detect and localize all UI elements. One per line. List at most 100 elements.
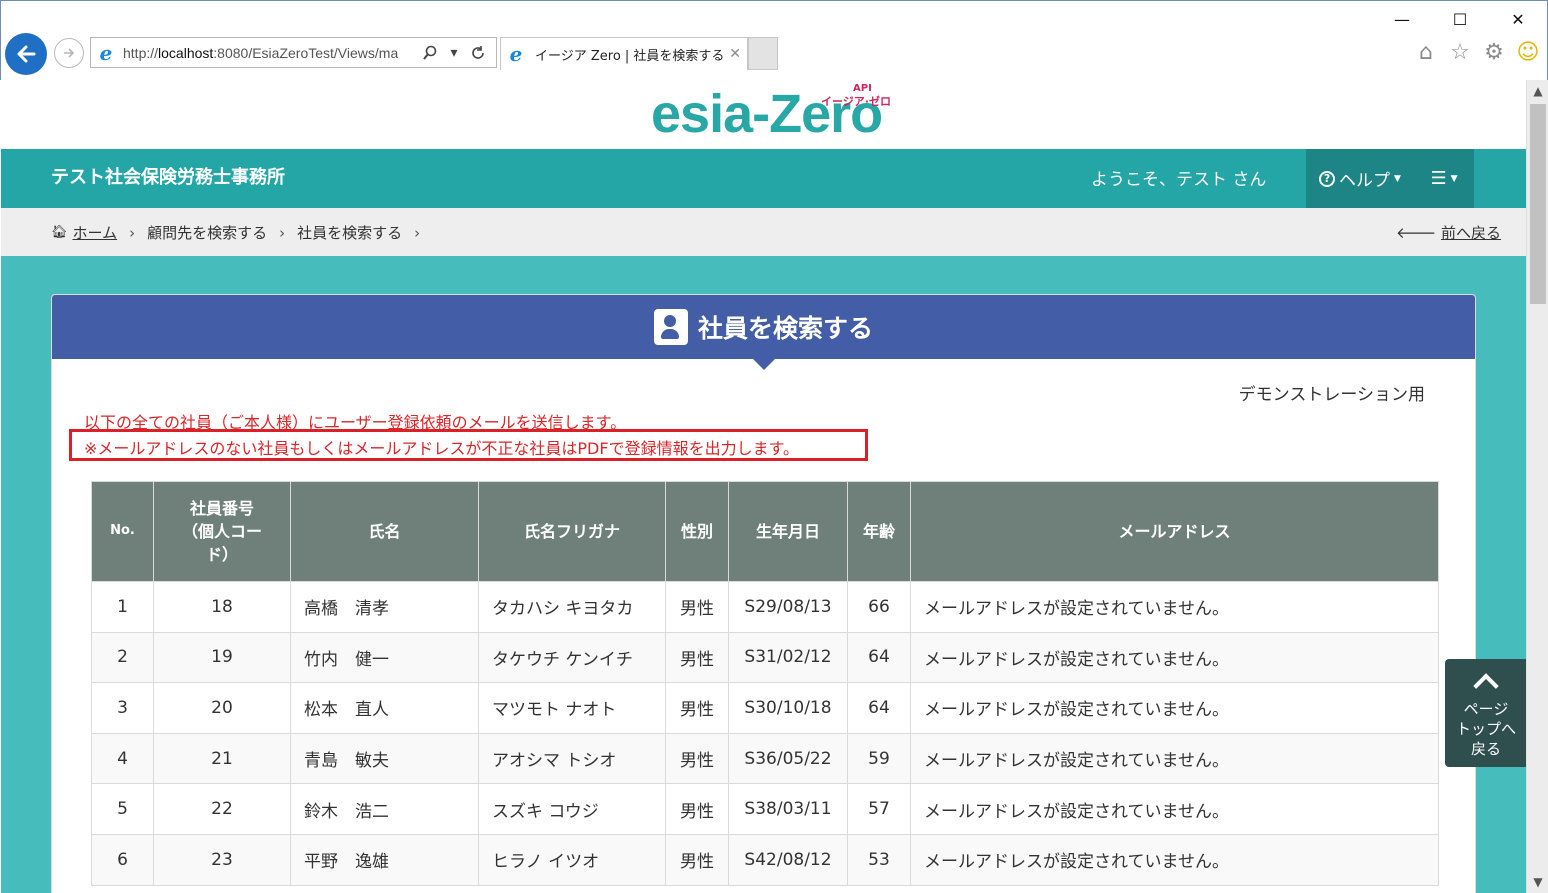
cell-age: 64 (847, 631, 911, 684)
page-top-line1: ページ (1463, 700, 1509, 718)
tab-close-icon[interactable]: ✕ (729, 46, 741, 62)
page-top-line2: トップへ (1455, 720, 1516, 738)
cell-gender: 男性 (665, 833, 729, 886)
col-header-kana: 氏名フリガナ (478, 481, 666, 582)
cell-gender: 男性 (665, 581, 729, 633)
url-text[interactable]: http://localhost:8080/EsiaZeroTest/Views… (123, 45, 418, 61)
col-header-employee-number-line2: （個人コー (181, 521, 262, 541)
cell-name: 青島 敏夫 (290, 732, 479, 785)
notice-line-2: ※メールアドレスのない社員もしくはメールアドレスが不正な社員はPDFで登録情報を… (84, 439, 799, 458)
cell-email: メールアドレスが設定されていません。 (910, 581, 1439, 633)
cell-name: 鈴木 浩二 (290, 783, 479, 835)
table-row: 5 22 鈴木 浩二 スズキ コウジ 男性 S38/03/11 57 メールアド… (91, 783, 1439, 835)
arrow-left-icon (17, 45, 36, 63)
back-link-label: 前へ戻る (1441, 224, 1502, 242)
demo-label: デモンストレーション用 (1238, 385, 1425, 405)
cell-age: 53 (847, 833, 911, 886)
table-row: 6 23 平野 逸雄 ヒラノ イツオ 男性 S42/08/12 53 メールアド… (91, 833, 1439, 886)
scroll-thumb[interactable] (1530, 104, 1546, 304)
page-top-line3: 戻る (1470, 740, 1501, 758)
cell-employee-number: 20 (153, 682, 291, 734)
url-rest: :8080/EsiaZeroTest/Views/ma (213, 44, 399, 61)
col-header-email: メールアドレス (910, 481, 1439, 582)
url-host: localhost (158, 44, 214, 61)
col-header-age: 年齢 (847, 481, 911, 582)
refresh-icon[interactable] (466, 41, 490, 65)
cell-birthdate: S36/05/22 (728, 732, 848, 785)
close-window-button[interactable]: ✕ (1489, 5, 1547, 33)
browser-back-button[interactable] (5, 33, 47, 75)
table-row: 4 21 青島 敏夫 アオシマ トシオ 男性 S36/05/22 59 メールア… (91, 732, 1439, 785)
new-tab-button[interactable] (748, 37, 778, 70)
cell-age: 57 (847, 783, 911, 835)
minimize-button[interactable]: — (1373, 5, 1431, 33)
home-icon[interactable]: ⌂ (1413, 39, 1439, 65)
tab-ie-icon: e (509, 42, 523, 66)
back-link[interactable]: 🡐 前へ戻る (1396, 222, 1501, 243)
dropdown-icon[interactable]: ▾ (442, 41, 466, 65)
breadcrumb-item-clients[interactable]: 顧問先を検索する (147, 222, 267, 243)
contact-card-icon (653, 309, 688, 345)
cell-kana: タカハシ キヨタカ (478, 581, 666, 633)
cell-birthdate: S42/08/12 (728, 833, 848, 886)
cell-birthdate: S30/10/18 (728, 682, 848, 734)
cell-name: 松本 直人 (290, 682, 479, 734)
search-employees-panel: 社員を検索する デモンストレーション用 以下の全ての社員（ご本人様）にユーザー登… (51, 294, 1476, 893)
vertical-scrollbar[interactable]: ▲ ▼ (1526, 80, 1548, 893)
cell-email: メールアドレスが設定されていません。 (910, 631, 1439, 684)
smiley-feedback-icon[interactable]: ☺ (1515, 39, 1541, 65)
logo-sub-text: イージア·ゼロ (821, 95, 891, 108)
employee-table: No. 社員番号 （個人コー ド） 氏名 氏名フリガナ 性別 生年月日 年齢 メ… (91, 481, 1439, 886)
browser-tab[interactable]: e イージア Zero | 社員を検索する ✕ (500, 37, 748, 70)
cell-no: 2 (91, 631, 154, 684)
chevron-right-icon: › (414, 223, 421, 242)
cell-no: 4 (91, 732, 154, 785)
hamburger-icon: ☰ (1430, 168, 1447, 189)
cell-gender: 男性 (665, 783, 729, 835)
scroll-down-icon[interactable]: ▼ (1527, 871, 1548, 893)
scroll-up-icon[interactable]: ▲ (1527, 80, 1548, 102)
cell-employee-number: 19 (153, 631, 291, 684)
help-label: ヘルプ (1339, 171, 1391, 191)
cell-gender: 男性 (665, 682, 729, 734)
cell-age: 66 (847, 581, 911, 633)
esia-zero-logo[interactable]: esia-Zero API イージア·ゼロ (651, 83, 891, 145)
search-icon[interactable] (418, 41, 442, 65)
chevron-up-icon (1473, 673, 1499, 699)
arrow-left-icon: 🡐 (1396, 224, 1437, 242)
gear-icon[interactable]: ⚙ (1481, 39, 1507, 65)
cell-employee-number: 21 (153, 732, 291, 785)
hamburger-menu-button[interactable]: ☰ ▼ (1414, 149, 1474, 208)
cell-kana: スズキ コウジ (478, 783, 666, 835)
page-top-button[interactable]: ページ トップへ 戻る (1445, 659, 1526, 767)
panel-title-text: 社員を検索する (697, 314, 873, 343)
browser-forward-button[interactable] (54, 38, 84, 68)
breadcrumb: 🏠︎ ホーム › 顧問先を検索する › 社員を検索する › (51, 222, 432, 243)
cell-age: 59 (847, 732, 911, 785)
cell-employee-number: 23 (153, 833, 291, 886)
col-header-employee-number: 社員番号 （個人コー ド） (153, 481, 291, 582)
cell-name: 平野 逸雄 (290, 833, 479, 886)
breadcrumb-home-link[interactable]: ホーム (73, 222, 118, 243)
cell-employee-number: 22 (153, 783, 291, 835)
col-header-birthdate: 生年月日 (728, 481, 848, 582)
question-circle-icon: ? (1319, 170, 1336, 187)
cell-name: 高橋 清孝 (290, 581, 479, 633)
welcome-text: ようこそ、テスト さん (1091, 170, 1267, 190)
browser-chrome: — ☐ ✕ e http://localhost:8080/EsiaZeroTe… (0, 0, 1548, 80)
col-header-gender: 性別 (665, 481, 729, 582)
cell-no: 5 (91, 783, 154, 835)
panel-header: 社員を検索する (52, 295, 1475, 359)
address-bar[interactable]: e http://localhost:8080/EsiaZeroTest/Vie… (90, 37, 497, 68)
breadcrumb-item-employees: 社員を検索する (297, 224, 403, 242)
col-header-no: No. (91, 481, 154, 582)
help-menu-button[interactable]: ? ヘルプ ▼ (1306, 149, 1414, 208)
chevron-right-icon: › (279, 223, 286, 242)
window-controls: — ☐ ✕ (1373, 5, 1547, 33)
maximize-button[interactable]: ☐ (1431, 5, 1489, 33)
cell-birthdate: S29/08/13 (728, 581, 848, 633)
panel-title: 社員を検索する (52, 309, 1475, 345)
favorites-star-icon[interactable]: ☆ (1447, 39, 1473, 65)
panel-header-pointer (753, 359, 775, 370)
cell-gender: 男性 (665, 631, 729, 684)
